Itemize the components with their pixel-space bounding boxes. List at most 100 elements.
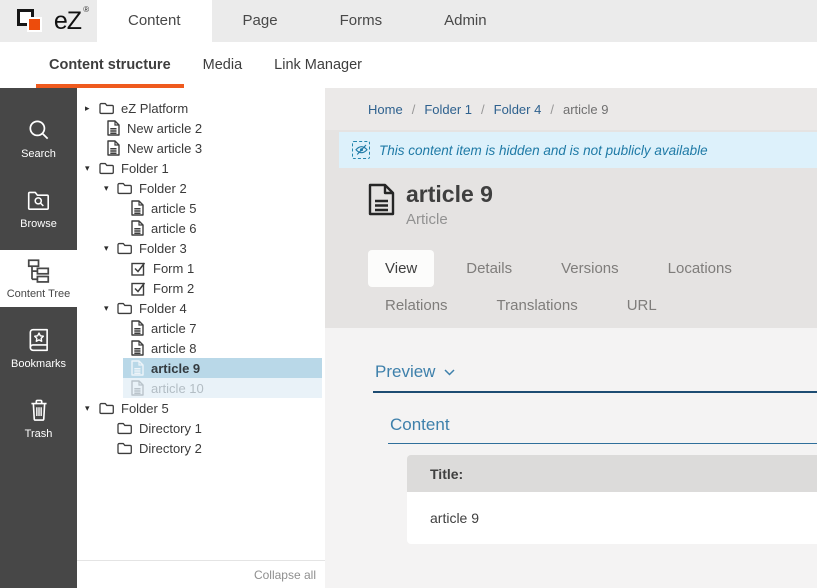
tab-locations[interactable]: Locations bbox=[651, 250, 749, 287]
collapse-arrow-icon[interactable]: ▾ bbox=[104, 238, 116, 258]
breadcrumb-link-folder-4[interactable]: Folder 4 bbox=[494, 102, 542, 117]
tree-item-folder-5[interactable]: ▾ Folder 5 bbox=[77, 398, 325, 418]
collapse-all-button[interactable]: Collapse all bbox=[254, 568, 316, 582]
tab-details[interactable]: Details bbox=[449, 250, 529, 287]
chevron-down-icon bbox=[444, 369, 455, 376]
sub-nav-media[interactable]: Media bbox=[190, 42, 256, 88]
content-section-heading: Content bbox=[390, 415, 817, 435]
hidden-eye-icon bbox=[352, 141, 370, 159]
tree-item-article-6[interactable]: article 6 bbox=[77, 218, 325, 238]
preview-label: Preview bbox=[375, 362, 435, 382]
article-icon bbox=[131, 220, 144, 236]
tree-item-folder-2[interactable]: ▾Folder 2 bbox=[77, 178, 325, 198]
tree-item-article-10[interactable]: article 10 bbox=[77, 378, 325, 398]
breadcrumb-separator: / bbox=[481, 102, 485, 117]
folder-icon bbox=[117, 422, 132, 435]
folder-icon bbox=[117, 182, 132, 195]
page-title: article 9 bbox=[406, 180, 493, 208]
tree-item-new-article-2[interactable]: New article 2 bbox=[77, 118, 325, 138]
tree-item-folder-1[interactable]: ▾Folder 1 bbox=[77, 158, 325, 178]
tree-item-label: article 8 bbox=[151, 341, 197, 356]
browse-icon bbox=[26, 187, 52, 213]
top-tab-content[interactable]: Content bbox=[97, 0, 212, 42]
tree-item-directory-2[interactable]: Directory 2 bbox=[77, 438, 325, 458]
hidden-notice: This content item is hidden and is not p… bbox=[339, 132, 817, 168]
ez-logo-text: eZ® bbox=[54, 7, 81, 36]
preview-toggle[interactable]: Preview bbox=[375, 362, 817, 382]
form-icon bbox=[131, 281, 146, 296]
tree-item-article-7[interactable]: article 7 bbox=[77, 318, 325, 338]
sidebar-item-label: Bookmarks bbox=[11, 358, 66, 370]
tree-item-label: New article 3 bbox=[127, 141, 202, 156]
tree-item-article-8[interactable]: article 8 bbox=[77, 338, 325, 358]
breadcrumb-current: article 9 bbox=[563, 102, 609, 117]
search-icon bbox=[26, 117, 52, 143]
tree-item-folder-3[interactable]: ▾ Folder 3 bbox=[77, 238, 325, 258]
tree-item-form-2[interactable]: Form 2 bbox=[77, 278, 325, 298]
breadcrumb-link-home[interactable]: Home bbox=[368, 102, 403, 117]
tree-item-label: Directory 1 bbox=[139, 421, 202, 436]
field-table: Title:article 9 bbox=[407, 455, 817, 544]
expand-arrow-icon[interactable]: ▸ bbox=[85, 98, 97, 118]
tab-versions[interactable]: Versions bbox=[544, 250, 636, 287]
tab-view-panel: Preview Content Title:article 9 bbox=[325, 328, 817, 588]
collapse-arrow-icon[interactable]: ▾ bbox=[104, 178, 116, 198]
collapse-arrow-icon[interactable]: ▾ bbox=[104, 298, 116, 318]
content-tabs: View Details Versions Locations Relations Tra… bbox=[368, 250, 774, 324]
tree-item-folder-4[interactable]: ▾Folder 4 bbox=[77, 298, 325, 318]
bookmarks-icon bbox=[26, 327, 52, 353]
tab-translations[interactable]: Translations bbox=[480, 287, 595, 324]
folder-icon bbox=[99, 162, 114, 175]
sidebar-item-bookmarks[interactable]: Bookmarks bbox=[0, 320, 77, 377]
tree-item-label: Folder 5 bbox=[121, 401, 169, 416]
tree-item-label: Folder 3 bbox=[139, 241, 187, 256]
sidebar-item-search[interactable]: Search bbox=[0, 110, 77, 167]
sidebar-item-content-tree[interactable]: Content Tree bbox=[0, 250, 77, 307]
top-tab-forms[interactable]: Forms bbox=[309, 0, 414, 42]
tree-item-new-article-3[interactable]: New article 3 bbox=[77, 138, 325, 158]
ez-logo-icon bbox=[16, 6, 48, 36]
tree-item-label: article 7 bbox=[151, 321, 197, 336]
folder-icon bbox=[99, 402, 114, 415]
collapse-arrow-icon[interactable]: ▾ bbox=[85, 398, 97, 418]
tree-item-article-5[interactable]: article 5 bbox=[77, 198, 325, 218]
sub-nav-link-manager[interactable]: Link Manager bbox=[261, 42, 375, 88]
tab-url[interactable]: URL bbox=[610, 287, 674, 324]
folder-icon bbox=[117, 442, 132, 455]
folder-icon bbox=[117, 242, 132, 255]
article-icon bbox=[107, 140, 120, 156]
tab-view[interactable]: View bbox=[368, 250, 434, 287]
sidebar-item-label: Search bbox=[21, 148, 56, 160]
tree-item-ez-platform[interactable]: ▸eZ Platform bbox=[77, 98, 325, 118]
breadcrumb-link-folder-1[interactable]: Folder 1 bbox=[424, 102, 472, 117]
top-tab-page[interactable]: Page bbox=[212, 0, 309, 42]
sidebar-item-browse[interactable]: Browse bbox=[0, 180, 77, 237]
collapse-arrow-icon[interactable]: ▾ bbox=[85, 158, 97, 178]
content-tree-icon bbox=[25, 257, 52, 283]
article-icon bbox=[131, 380, 144, 396]
tree-item-directory-1[interactable]: Directory 1 bbox=[77, 418, 325, 438]
tree-footer: Collapse all bbox=[77, 560, 325, 588]
tree-item-label: Form 2 bbox=[153, 281, 194, 296]
tree-item-label: Form 1 bbox=[153, 261, 194, 276]
top-tab-admin[interactable]: Admin bbox=[413, 0, 518, 42]
tree-item-label: article 5 bbox=[151, 201, 197, 216]
sidebar-item-trash[interactable]: Trash bbox=[0, 390, 77, 447]
notice-text: This content item is hidden and is not p… bbox=[379, 143, 708, 158]
trash-icon bbox=[26, 397, 52, 423]
field-value-title: article 9 bbox=[407, 492, 817, 544]
field-header-title: Title: bbox=[407, 455, 817, 492]
tree-item-form-1[interactable]: Form 1 bbox=[77, 258, 325, 278]
tab-relations[interactable]: Relations bbox=[368, 287, 465, 324]
article-icon bbox=[131, 340, 144, 356]
content-tree: ▸eZ PlatformNew article 2New article 3▾F… bbox=[77, 88, 325, 560]
tree-item-article-9[interactable]: article 9 bbox=[77, 358, 325, 378]
sub-nav-content-structure[interactable]: Content structure bbox=[36, 42, 184, 88]
main-area: Home/Folder 1/Folder 4/article 9 This co… bbox=[325, 88, 817, 588]
article-icon bbox=[131, 320, 144, 336]
breadcrumb-separator: / bbox=[550, 102, 554, 117]
top-bar: eZ® ContentPageFormsAdmin bbox=[0, 0, 817, 42]
ez-logo[interactable]: eZ® bbox=[0, 0, 97, 42]
article-icon bbox=[368, 183, 395, 228]
page-header: article 9 Article bbox=[325, 168, 817, 228]
